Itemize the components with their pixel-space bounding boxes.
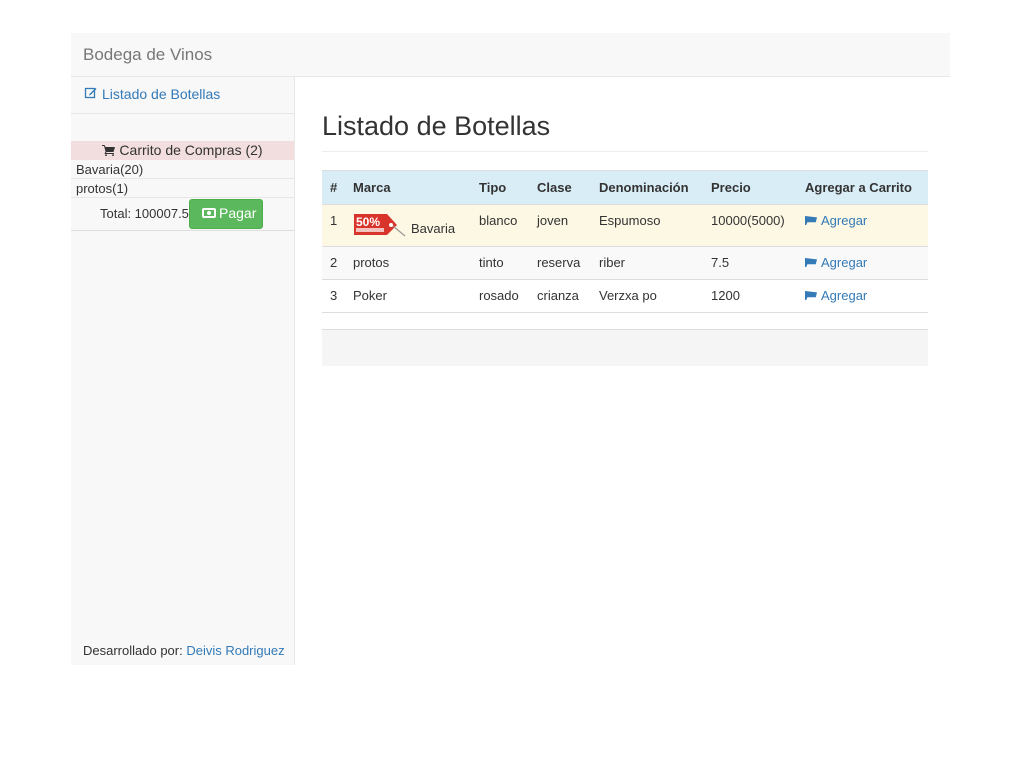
author-link[interactable]: Deivis Rodriguez bbox=[186, 643, 284, 658]
cart-item: protos(1) bbox=[71, 179, 294, 198]
table-footer bbox=[322, 329, 928, 366]
cell-action: Agregar bbox=[797, 246, 928, 280]
col-header: # bbox=[322, 170, 345, 205]
cell-tipo: blanco bbox=[471, 204, 529, 247]
cell-num: 1 bbox=[322, 204, 345, 247]
cart-title: Carrito de Compras (2) bbox=[119, 142, 263, 158]
cell-precio: 7.5 bbox=[703, 246, 797, 280]
total-label: Total: 100007.5 bbox=[100, 206, 189, 221]
add-to-cart-link[interactable]: Agregar bbox=[805, 213, 867, 228]
sidebar-item-label: Listado de Botellas bbox=[102, 86, 221, 102]
col-header: Denominación bbox=[591, 170, 703, 205]
page-title: Listado de Botellas bbox=[322, 111, 551, 141]
cell-tipo: rosado bbox=[471, 279, 529, 313]
money-icon bbox=[202, 208, 216, 218]
edit-icon bbox=[84, 87, 97, 99]
add-label: Agregar bbox=[821, 288, 868, 303]
brand-title[interactable]: Bodega de Vinos bbox=[83, 45, 212, 65]
cell-precio: 1200 bbox=[703, 279, 797, 313]
cell-marca: Poker bbox=[345, 279, 471, 313]
cell-denominacion: riber bbox=[591, 246, 703, 280]
cart-total: Total: 100007.5 Pagar bbox=[71, 198, 294, 231]
add-label: Agregar bbox=[821, 213, 868, 228]
cell-clase: joven bbox=[529, 204, 591, 247]
table-row: 2 protos tinto reserva riber 7.5 Agregar bbox=[322, 246, 928, 280]
sidebar-item-listado[interactable]: Listado de Botellas bbox=[71, 77, 294, 114]
footer-prefix: Desarrollado por: bbox=[83, 643, 187, 658]
sidebar: Listado de Botellas Carrito de Compras (… bbox=[71, 77, 295, 665]
cart-item: Bavaria(20) bbox=[71, 160, 294, 179]
table-row: 1 50% Bavaria blanco joven Espumoso 1000… bbox=[322, 204, 928, 247]
add-label: Agregar bbox=[821, 255, 868, 270]
cell-action: Agregar bbox=[797, 204, 928, 247]
col-header: Agregar a Carrito bbox=[797, 170, 928, 205]
cell-denominacion: Espumoso bbox=[591, 204, 703, 247]
table-row: 3 Poker rosado crianza Verzxa po 1200 Ag… bbox=[322, 279, 928, 313]
navbar: Bodega de Vinos bbox=[71, 33, 950, 77]
table-header-row: # Marca Tipo Clase Denominación Precio A… bbox=[322, 170, 928, 205]
cart-icon bbox=[805, 291, 817, 300]
add-to-cart-link[interactable]: Agregar bbox=[805, 255, 867, 270]
cell-marca: 50% Bavaria bbox=[345, 204, 471, 247]
cart-header: Carrito de Compras (2) bbox=[71, 141, 294, 160]
col-header: Marca bbox=[345, 170, 471, 205]
footer: Desarrollado por: Deivis Rodriguez bbox=[83, 643, 285, 658]
cart-icon bbox=[805, 258, 817, 267]
cell-num: 3 bbox=[322, 279, 345, 313]
col-header: Clase bbox=[529, 170, 591, 205]
add-to-cart-link[interactable]: Agregar bbox=[805, 288, 867, 303]
cell-marca: protos bbox=[345, 246, 471, 280]
pay-label: Pagar bbox=[219, 205, 257, 221]
bottles-table: # Marca Tipo Clase Denominación Precio A… bbox=[322, 170, 928, 313]
col-header: Tipo bbox=[471, 170, 529, 205]
cart-icon bbox=[805, 216, 817, 225]
pay-button[interactable]: Pagar bbox=[189, 199, 263, 229]
cart-icon bbox=[102, 145, 116, 157]
badge-label: 50% bbox=[356, 215, 380, 229]
cell-clase: reserva bbox=[529, 246, 591, 280]
col-header: Precio bbox=[703, 170, 797, 205]
cell-precio: 10000(5000) bbox=[703, 204, 797, 247]
cell-num: 2 bbox=[322, 246, 345, 280]
cell-clase: crianza bbox=[529, 279, 591, 313]
cell-action: Agregar bbox=[797, 279, 928, 313]
brand-name: Bavaria bbox=[411, 220, 456, 236]
cell-denominacion: Verzxa po bbox=[591, 279, 703, 313]
discount-badge-icon: 50% bbox=[354, 214, 406, 237]
divider bbox=[322, 151, 928, 152]
cell-tipo: tinto bbox=[471, 246, 529, 280]
